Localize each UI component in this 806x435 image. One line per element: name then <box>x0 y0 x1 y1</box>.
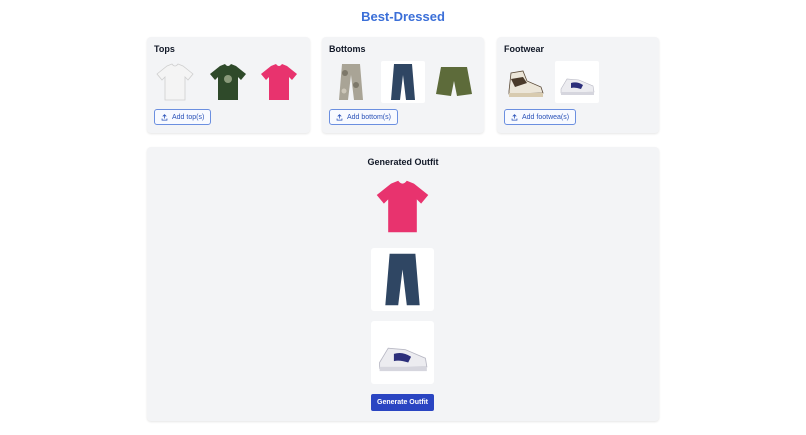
outfit-footwear-white-navy-sneaker <box>371 321 434 384</box>
upload-icon <box>511 114 518 121</box>
outfit-bottom-blue-jeans <box>371 248 434 311</box>
add-footwear-label: Add footwea(s) <box>522 113 570 121</box>
generated-outfit-panel: Generated Outfit Generate Outfit <box>147 147 659 421</box>
white-tshirt-icon[interactable] <box>153 61 197 103</box>
generated-outfit-title: Generated Outfit <box>367 157 439 167</box>
upload-icon <box>161 114 168 121</box>
app-title: Best-Dressed <box>361 9 445 24</box>
pink-tshirt-icon[interactable] <box>257 61 301 103</box>
olive-cargo-shorts-icon[interactable] <box>432 61 476 103</box>
add-bottoms-button[interactable]: Add bottom(s) <box>329 109 398 125</box>
add-bottoms-label: Add bottom(s) <box>347 113 391 121</box>
tops-card: Tops Add top(s) <box>147 37 310 133</box>
add-tops-button[interactable]: Add top(s) <box>154 109 212 125</box>
green-graphic-tshirt-icon[interactable] <box>206 61 250 103</box>
bottoms-card: Bottoms Add bottom(s) <box>322 37 484 133</box>
bottoms-title: Bottoms <box>329 44 366 54</box>
generate-outfit-button[interactable]: Generate Outfit <box>371 394 434 411</box>
camo-cargo-pants-icon[interactable] <box>329 61 373 103</box>
white-navy-sneaker-icon[interactable] <box>555 61 599 103</box>
add-footwear-button[interactable]: Add footwea(s) <box>504 109 577 125</box>
footwear-title: Footwear <box>504 44 545 54</box>
brown-high-top-sneaker-icon[interactable] <box>503 61 547 103</box>
blue-jeans-icon[interactable] <box>381 61 425 103</box>
add-tops-label: Add top(s) <box>172 113 205 121</box>
tops-title: Tops <box>154 44 175 54</box>
footwear-card: Footwear Add footwea(s) <box>497 37 659 133</box>
outfit-top-pink-tshirt <box>371 175 434 238</box>
upload-icon <box>336 114 343 121</box>
